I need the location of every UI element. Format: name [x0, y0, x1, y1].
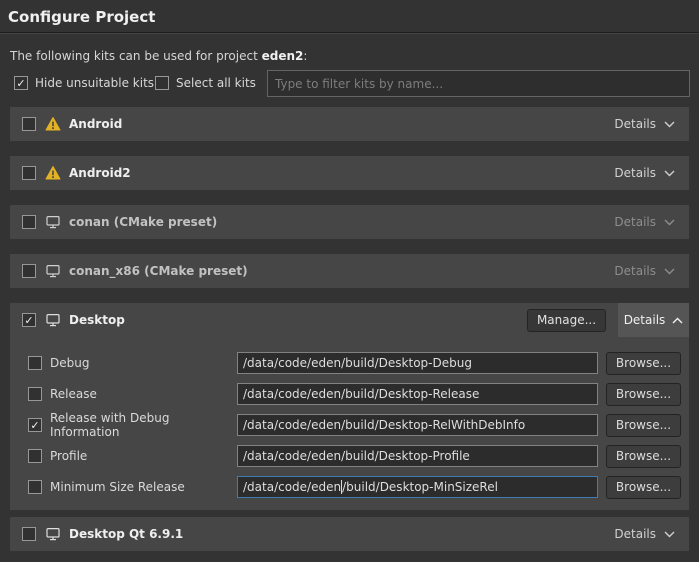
details-button[interactable]: Details	[614, 264, 689, 278]
page-title: Configure Project	[8, 8, 155, 26]
details-button[interactable]: Details	[614, 166, 689, 180]
build-config-list: Debug /data/code/eden/build/Desktop-Debu…	[10, 337, 689, 510]
details-button[interactable]: Details	[614, 117, 689, 131]
build-config-checkbox[interactable]: ✓	[28, 418, 42, 432]
build-dir-value: /data/code/eden/build/Desktop-Debug	[243, 356, 472, 370]
kit-name: Desktop Qt 6.9.1	[69, 527, 183, 541]
kit-row-conan: conan (CMake preset) Details	[10, 205, 689, 239]
chevron-down-icon	[664, 268, 675, 275]
desktop-icon	[45, 312, 61, 328]
kit-checkbox[interactable]	[22, 215, 36, 229]
hide-unsuitable-label: Hide unsuitable kits	[35, 76, 154, 90]
build-config-row-minsizerel: Minimum Size Release /data/code/eden/bui…	[28, 476, 681, 498]
build-config-label: Release with Debug Information	[50, 411, 237, 439]
details-label: Details	[624, 313, 666, 327]
kit-row-android: Android Details	[10, 107, 689, 141]
title-separator	[0, 32, 699, 34]
details-button[interactable]: Details	[618, 303, 689, 337]
kit-checkbox[interactable]	[22, 117, 36, 131]
kit-header[interactable]: ✓ Desktop Manage... Details	[10, 303, 689, 337]
build-dir-input[interactable]: /data/code/eden/build/Desktop-Debug	[237, 352, 598, 374]
details-button[interactable]: Details	[614, 215, 689, 229]
browse-button[interactable]: Browse...	[606, 352, 681, 375]
details-label: Details	[614, 264, 656, 278]
build-config-row-profile: Profile /data/code/eden/build/Desktop-Pr…	[28, 445, 681, 467]
select-all-label: Select all kits	[176, 76, 256, 90]
details-button[interactable]: Details	[614, 527, 689, 541]
build-config-row-release: Release /data/code/eden/build/Desktop-Re…	[28, 383, 681, 405]
build-dir-input[interactable]: /data/code/eden/build/Desktop-Release	[237, 383, 598, 405]
manage-button[interactable]: Manage...	[527, 309, 606, 332]
build-config-checkbox[interactable]	[28, 449, 42, 463]
project-name: eden2	[262, 49, 304, 63]
build-dir-value: /data/code/eden/build/Desktop-RelWithDeb…	[243, 418, 525, 432]
kit-row-android2: Android2 Details	[10, 156, 689, 190]
chevron-down-icon	[664, 170, 675, 177]
build-config-checkbox[interactable]	[28, 387, 42, 401]
warning-icon	[45, 165, 61, 181]
build-dir-value: /data/code/eden/build/Desktop-Profile	[243, 449, 470, 463]
intro-prefix: The following kits can be used for proje…	[10, 49, 262, 63]
chevron-down-icon	[664, 121, 675, 128]
browse-button[interactable]: Browse...	[606, 414, 681, 437]
chevron-down-icon	[664, 531, 675, 538]
browse-button[interactable]: Browse...	[606, 383, 681, 406]
build-config-checkbox[interactable]	[28, 356, 42, 370]
build-config-label: Release	[50, 387, 237, 401]
kit-header[interactable]: conan (CMake preset) Details	[10, 205, 689, 239]
kit-checkbox[interactable]	[22, 166, 36, 180]
desktop-icon	[45, 214, 61, 230]
kit-header[interactable]: Desktop Qt 6.9.1 Details	[10, 517, 689, 551]
build-config-label: Profile	[50, 449, 237, 463]
build-config-row-relwithdebinfo: ✓ Release with Debug Information /data/c…	[28, 414, 681, 436]
kit-checkbox[interactable]: ✓	[22, 313, 36, 327]
hide-unsuitable-kits-checkbox-group[interactable]: ✓ Hide unsuitable kits	[14, 76, 154, 90]
kit-row-desktop-qt: Desktop Qt 6.9.1 Details	[10, 517, 689, 551]
kit-name: conan (CMake preset)	[69, 215, 217, 229]
chevron-up-icon	[672, 317, 683, 324]
details-label: Details	[614, 166, 656, 180]
details-label: Details	[614, 527, 656, 541]
kit-header[interactable]: Android Details	[10, 107, 689, 141]
build-dir-input[interactable]: /data/code/eden/build/Desktop-Profile	[237, 445, 598, 467]
intro-text: The following kits can be used for proje…	[10, 49, 307, 63]
browse-button[interactable]: Browse...	[606, 445, 681, 468]
kit-name: Android	[69, 117, 122, 131]
kit-header[interactable]: Android2 Details	[10, 156, 689, 190]
kit-name: Desktop	[69, 313, 125, 327]
kit-checkbox[interactable]	[22, 264, 36, 278]
build-dir-value: /build/Desktop-MinSizeRel	[342, 480, 498, 494]
warning-icon	[45, 116, 61, 132]
details-label: Details	[614, 215, 656, 229]
desktop-icon	[45, 263, 61, 279]
kit-filter-input[interactable]	[267, 70, 690, 97]
intro-suffix: :	[303, 49, 307, 63]
details-label: Details	[614, 117, 656, 131]
build-config-row-debug: Debug /data/code/eden/build/Desktop-Debu…	[28, 352, 681, 374]
kit-header[interactable]: conan_x86 (CMake preset) Details	[10, 254, 689, 288]
kit-checkbox[interactable]	[22, 527, 36, 541]
browse-button[interactable]: Browse...	[606, 476, 681, 499]
kit-name: conan_x86 (CMake preset)	[69, 264, 248, 278]
build-dir-value: /data/code/eden/build/Desktop-Release	[243, 387, 479, 401]
kit-name: Android2	[69, 166, 131, 180]
build-dir-input-focused[interactable]: /data/code/eden/build/Desktop-MinSizeRel	[237, 476, 598, 498]
chevron-down-icon	[664, 219, 675, 226]
select-all-checkbox[interactable]	[155, 76, 169, 90]
kit-row-conan-x86: conan_x86 (CMake preset) Details	[10, 254, 689, 288]
desktop-icon	[45, 526, 61, 542]
hide-unsuitable-checkbox[interactable]: ✓	[14, 76, 28, 90]
build-dir-value: /data/code/eden	[243, 480, 341, 494]
build-dir-input[interactable]: /data/code/eden/build/Desktop-RelWithDeb…	[237, 414, 598, 436]
kit-row-desktop: ✓ Desktop Manage... Details Debug /data/…	[10, 303, 689, 510]
build-config-label: Minimum Size Release	[50, 480, 237, 494]
build-config-label: Debug	[50, 356, 237, 370]
select-all-kits-checkbox-group[interactable]: Select all kits	[155, 76, 256, 90]
build-config-checkbox[interactable]	[28, 480, 42, 494]
